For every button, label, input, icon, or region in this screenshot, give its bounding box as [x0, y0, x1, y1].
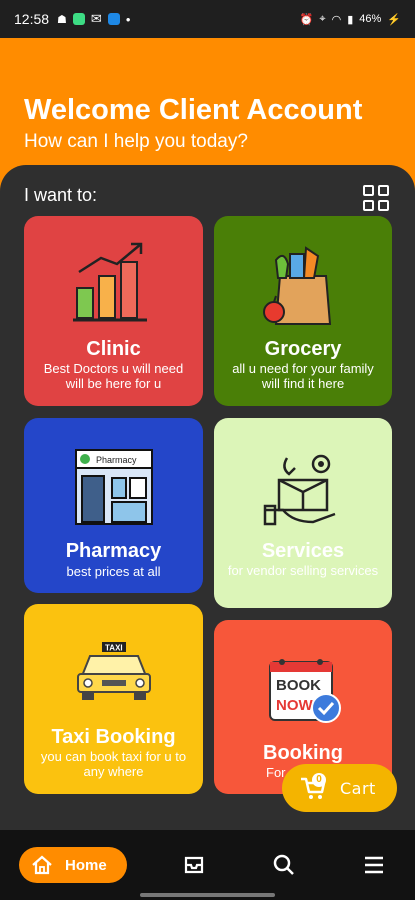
battery-icon: ⚡ — [387, 13, 401, 26]
gesture-bar — [140, 893, 275, 897]
card-services[interactable]: Services for vendor selling services — [214, 418, 392, 608]
taxi-icon: TAXI — [76, 642, 151, 700]
location-icon: ⌖ — [319, 12, 326, 25]
menu-icon[interactable] — [363, 855, 385, 875]
pharmacy-sign: Pharmacy — [96, 455, 137, 465]
card-description: best prices at all — [66, 564, 161, 579]
search-icon[interactable] — [272, 853, 296, 877]
card-clinic[interactable]: Clinic Best Doctors u will need will be … — [24, 216, 203, 406]
page-subtitle: How can I help you today? — [24, 131, 248, 152]
app-icon — [72, 13, 85, 25]
card-title: Clinic — [86, 338, 141, 360]
calendar-book-now-icon: BOOK NOW — [269, 659, 341, 723]
inbox-icon[interactable] — [183, 854, 205, 876]
book-sign: BOOK — [276, 677, 321, 694]
cart-count-badge: 0 — [312, 773, 326, 787]
status-bar: 12:58 ☗ ✉ • ⏰ ⌖ ◠ ▮ 46% ⚡ — [0, 0, 415, 38]
system-icons: ⏰ ⌖ ◠ ▮ 46% ⚡ — [300, 13, 401, 26]
nav-home-label: Home — [65, 856, 107, 874]
signal-icon: ▮ — [347, 13, 354, 26]
cart-label: Cart — [340, 778, 376, 798]
notification-icon: ☗ — [57, 13, 67, 26]
cart-button[interactable]: 0 Cart — [282, 764, 397, 812]
pharmacy-store-icon: Pharmacy — [74, 449, 153, 525]
card-description: Best Doctors u will need will be here fo… — [43, 361, 184, 391]
card-taxi-booking[interactable]: TAXI Taxi Booking you can book taxi for … — [24, 604, 203, 794]
card-title: Taxi Booking — [51, 726, 176, 748]
mail-icon: ✉ — [90, 11, 102, 26]
card-title: Booking — [263, 742, 343, 764]
battery-level: 46% — [359, 13, 382, 25]
card-description: all u need for your family will find it … — [232, 361, 374, 391]
card-description: for vendor selling services — [227, 563, 379, 578]
grocery-bag-icon — [263, 246, 332, 325]
alarm-icon: ⏰ — [299, 13, 314, 26]
service-box-icon — [263, 454, 336, 526]
dot-icon: • — [125, 11, 131, 27]
now-sign: NOW — [276, 697, 314, 714]
card-grocery[interactable]: Grocery all u need for your family will … — [214, 216, 392, 406]
page-title: Welcome Client Account — [24, 94, 363, 126]
bar-chart-icon — [72, 242, 147, 322]
card-pharmacy[interactable]: Pharmacy Pharmacy best prices at all — [24, 418, 203, 593]
home-icon — [32, 855, 52, 875]
app-icon — [107, 13, 120, 25]
status-time: 12:58 — [14, 11, 50, 27]
wifi-icon: ◠ — [331, 13, 342, 26]
notification-icons: ☗ ✉ • — [57, 11, 130, 27]
card-title: Pharmacy — [65, 540, 162, 562]
card-title: Grocery — [264, 338, 342, 360]
card-title: Services — [261, 540, 345, 562]
taxi-sign: TAXI — [105, 644, 123, 653]
grid-icon[interactable] — [363, 185, 389, 211]
section-prompt: I want to: — [24, 185, 98, 205]
nav-home[interactable]: Home — [19, 847, 127, 883]
card-description: you can book taxi for u to any where — [40, 749, 187, 779]
bottom-navigation: Home — [0, 830, 415, 900]
